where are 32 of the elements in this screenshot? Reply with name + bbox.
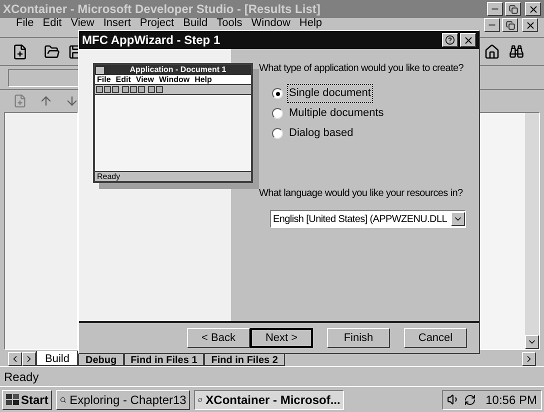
language-dropdown[interactable]: English [United States] (APPWZENU.DLL xyxy=(270,210,466,228)
menu-item[interactable]: View xyxy=(70,18,94,29)
dialog-button[interactable]: Finish xyxy=(327,328,390,348)
menu-item[interactable]: File xyxy=(16,18,34,29)
taskbar-button[interactable]: Exploring - Chapter13 xyxy=(56,390,190,410)
dialog-title: MFC AppWizard - Step 1 xyxy=(82,32,222,49)
dialog-button[interactable]: < Back xyxy=(187,328,250,348)
question-text: What type of application would you like to create? xyxy=(259,62,464,76)
window-title: XContainer - Microsoft Developer Studio - [Results List] xyxy=(3,1,322,18)
output-tab[interactable]: Find in Files 2 xyxy=(204,353,285,366)
menu-item[interactable]: Tools xyxy=(216,18,242,29)
output-tab[interactable]: Build xyxy=(36,351,78,366)
dialog-button[interactable]: Next > xyxy=(250,328,313,348)
status-text: Ready xyxy=(4,368,39,386)
menu-item[interactable]: Help xyxy=(299,18,322,29)
clock: 10:56 PM xyxy=(486,392,537,408)
preview-title: Application - Document 1 xyxy=(128,66,228,74)
output-tab[interactable]: Debug xyxy=(78,353,124,366)
menu-item[interactable]: Build xyxy=(183,18,208,29)
dialog-button[interactable]: Cancel xyxy=(404,328,467,348)
menu-item[interactable]: Edit xyxy=(42,18,62,29)
radio-option[interactable]: Dialog based xyxy=(272,127,479,140)
radio-option[interactable]: Single document xyxy=(272,87,479,100)
output-tab[interactable]: Find in Files 1 xyxy=(124,353,204,366)
radio-option[interactable]: Multiple documents xyxy=(272,107,479,120)
menu-item[interactable]: Insert xyxy=(103,18,131,29)
taskbar-button[interactable]: XContainer - Microsof... xyxy=(194,390,344,410)
menu-item[interactable]: Project xyxy=(140,18,174,29)
start-button[interactable]: Start xyxy=(2,390,52,410)
menu-item[interactable]: Window xyxy=(251,18,290,29)
preview-status: Ready xyxy=(97,172,120,180)
language-question: What language would you like your resources in? xyxy=(259,187,463,201)
